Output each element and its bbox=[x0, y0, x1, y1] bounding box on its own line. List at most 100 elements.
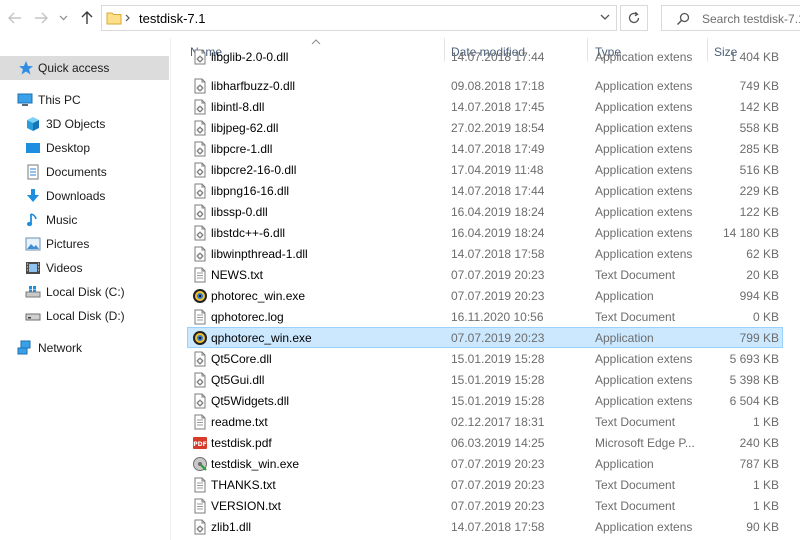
file-row[interactable]: libpcre-1.dll 14.07.2018 17:49 Application… bbox=[187, 138, 783, 159]
nav-desktop[interactable]: Desktop bbox=[0, 136, 169, 160]
file-row[interactable]: photorec_win.exe 07.07.2019 20:23 Applicat… bbox=[187, 285, 783, 306]
file-row[interactable]: libjpeg-62.dll 27.02.2019 18:54 Applicatio… bbox=[187, 117, 783, 138]
file-row[interactable]: libpng16-16.dll 14.07.2018 17:44 Applicati… bbox=[187, 180, 783, 201]
file-type: Application extens bbox=[595, 247, 693, 261]
recent-locations-button[interactable] bbox=[56, 8, 70, 28]
nav-pictures[interactable]: Pictures bbox=[0, 232, 169, 256]
file-type: Application extens bbox=[595, 50, 693, 64]
file-name: libwinpthread-1.dll bbox=[211, 247, 308, 261]
nav-downloads[interactable]: Downloads bbox=[0, 184, 169, 208]
file-row[interactable]: libglib-2.0-0.dll 14.07.2018 17:44 Applica… bbox=[187, 46, 783, 67]
file-name: qphotorec_win.exe bbox=[211, 331, 312, 345]
nav-label: Documents bbox=[46, 165, 107, 179]
file-size: 787 KB bbox=[739, 457, 779, 471]
text-file-icon bbox=[192, 309, 208, 325]
up-button[interactable] bbox=[76, 8, 98, 28]
dll-file-icon bbox=[192, 351, 208, 367]
file-size: 14 180 KB bbox=[722, 226, 779, 240]
search-icon bbox=[676, 12, 690, 26]
forward-button[interactable] bbox=[30, 8, 52, 28]
file-row[interactable]: Qt5Core.dll 15.01.2019 15:28 Application e… bbox=[187, 348, 783, 369]
file-date-modified: 16.11.2020 10:56 bbox=[451, 310, 544, 324]
file-size: 240 KB bbox=[739, 436, 779, 450]
file-type: Application bbox=[595, 289, 654, 303]
file-type: Application extens bbox=[595, 226, 693, 240]
file-date-modified: 07.07.2019 20:23 bbox=[451, 331, 545, 345]
file-size: 516 KB bbox=[739, 163, 779, 177]
file-size: 1 KB bbox=[752, 415, 779, 429]
file-row[interactable]: libharfbuzz-0.dll 09.08.2018 17:18 Applica… bbox=[187, 75, 783, 96]
dll-file-icon bbox=[192, 162, 208, 178]
nav-3d-objects[interactable]: 3D Objects bbox=[0, 112, 169, 136]
file-row[interactable]: libwinpthread-1.dll 14.07.2018 17:58 Appli… bbox=[187, 243, 783, 264]
documents-icon bbox=[27, 164, 39, 180]
nav-local-disk-c[interactable]: Local Disk (C:) bbox=[0, 280, 169, 304]
address-bar[interactable]: testdisk-7.1 bbox=[101, 5, 617, 31]
dll-file-icon bbox=[192, 99, 208, 115]
file-size: 1 KB bbox=[752, 478, 779, 492]
file-row[interactable]: libssp-0.dll 16.04.2019 18:24 Application … bbox=[187, 201, 783, 222]
file-row[interactable]: testdisk_win.exe 07.07.2019 20:23 Applicat… bbox=[187, 453, 783, 474]
nav-videos[interactable]: Videos bbox=[0, 256, 169, 280]
file-row[interactable]: PDF testdisk.pdf 06.03.2019 14:25 Microsoft… bbox=[187, 432, 783, 453]
file-row[interactable]: readme.txt 02.12.2017 18:31 Text Document 1… bbox=[187, 411, 783, 432]
file-date-modified: 07.07.2019 20:23 bbox=[451, 499, 545, 513]
nav-label: 3D Objects bbox=[46, 117, 106, 131]
file-date-modified: 07.07.2019 20:23 bbox=[451, 478, 545, 492]
search-input[interactable]: Search testdisk-7.1 bbox=[661, 5, 800, 31]
address-toolbar: testdisk-7.1 Search testdisk-7.1 bbox=[0, 0, 800, 38]
cube-icon bbox=[27, 117, 39, 131]
file-row[interactable]: qphotorec.log 16.11.2020 10:56 Text Docume… bbox=[187, 306, 783, 327]
file-row[interactable]: libpcre2-16-0.dll 17.04.2019 11:48 Applica… bbox=[187, 159, 783, 180]
file-row[interactable]: libintl-8.dll 14.07.2018 17:45 Application… bbox=[187, 96, 783, 117]
nav-local-disk-d[interactable]: Local Disk (D:) bbox=[0, 304, 169, 328]
file-name: Qt5Gui.dll bbox=[211, 373, 265, 387]
file-type: Application extens bbox=[595, 520, 693, 534]
file-name: libpng16-16.dll bbox=[211, 184, 290, 198]
refresh-icon bbox=[628, 11, 640, 24]
dll-file-icon bbox=[192, 120, 208, 136]
text-file-icon bbox=[192, 477, 208, 493]
breadcrumb-chevron-icon bbox=[125, 14, 130, 22]
file-name: qphotorec.log bbox=[211, 310, 284, 324]
file-date-modified: 02.12.2017 18:31 bbox=[451, 415, 545, 429]
file-date-modified: 07.07.2019 20:23 bbox=[451, 268, 545, 282]
nav-label: Local Disk (D:) bbox=[46, 309, 125, 323]
file-row[interactable]: libstdc++-6.dll 16.04.2019 18:24 Applicati… bbox=[187, 222, 783, 243]
nav-documents[interactable]: Documents bbox=[0, 160, 169, 184]
file-row[interactable]: THANKS.txt 07.07.2019 20:23 Text Document 1… bbox=[187, 474, 783, 495]
file-type: Application extens bbox=[595, 352, 693, 366]
file-row[interactable]: zlib1.dll 14.07.2018 17:58 Application ext… bbox=[187, 516, 783, 537]
file-size: 799 KB bbox=[739, 331, 779, 345]
pdf-file-icon: PDF bbox=[192, 435, 208, 451]
nav-music[interactable]: Music bbox=[0, 208, 169, 232]
file-type: Application bbox=[595, 457, 654, 471]
photorec-app-icon bbox=[192, 288, 208, 304]
file-row-selected[interactable]: qphotorec_win.exe 07.07.2019 20:23 Applica… bbox=[187, 327, 783, 348]
file-row[interactable]: NEWS.txt 07.07.2019 20:23 Text Document 20 … bbox=[187, 264, 783, 285]
file-name: libjpeg-62.dll bbox=[211, 121, 279, 135]
breadcrumb-segment[interactable]: testdisk-7.1 bbox=[139, 11, 205, 26]
photorec-app-icon bbox=[192, 330, 208, 346]
refresh-button[interactable] bbox=[620, 5, 648, 31]
file-type: Text Document bbox=[595, 499, 676, 513]
back-button[interactable] bbox=[4, 8, 26, 28]
download-arrow-icon bbox=[27, 189, 39, 202]
file-size: 285 KB bbox=[739, 142, 779, 156]
forward-arrow-icon bbox=[35, 12, 48, 24]
chevron-down-icon bbox=[59, 15, 67, 21]
address-dropdown-icon[interactable] bbox=[600, 14, 610, 21]
dll-file-icon bbox=[192, 246, 208, 262]
file-size: 1 KB bbox=[752, 499, 779, 513]
file-size: 229 KB bbox=[739, 184, 779, 198]
file-name: libpcre2-16-0.dll bbox=[211, 163, 297, 177]
file-row[interactable]: Qt5Gui.dll 15.01.2019 15:28 Application ex… bbox=[187, 369, 783, 390]
file-row[interactable]: VERSION.txt 07.07.2019 20:23 Text Document… bbox=[187, 495, 783, 516]
nav-network[interactable]: Network bbox=[0, 336, 169, 360]
nav-this-pc[interactable]: This PC bbox=[0, 88, 169, 112]
file-row[interactable]: Qt5Widgets.dll 15.01.2019 15:28 Applicatio… bbox=[187, 390, 783, 411]
file-type: Application extens bbox=[595, 184, 693, 198]
file-size: 5 398 KB bbox=[729, 373, 779, 387]
nav-label: Desktop bbox=[46, 141, 91, 155]
nav-quick-access[interactable]: Quick access bbox=[0, 56, 169, 80]
